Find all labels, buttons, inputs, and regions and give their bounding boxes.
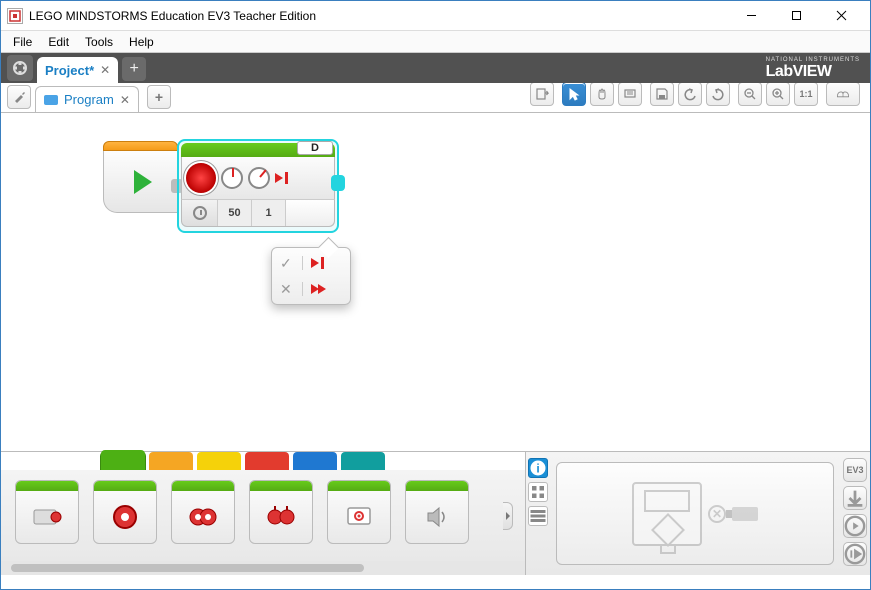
project-properties-button[interactable] (7, 85, 31, 109)
program-tab-close-icon[interactable]: ✕ (120, 93, 130, 107)
start-block-header (103, 141, 178, 151)
palette-category-tabs (1, 452, 525, 470)
palette-tab-action[interactable] (101, 452, 145, 470)
menu-file[interactable]: File (5, 32, 40, 52)
brake-mode-dropdown: ✓ ✕ (271, 247, 351, 305)
large-motor-palette-block[interactable] (93, 480, 157, 544)
content-editor-button[interactable] (826, 82, 860, 106)
maximize-button[interactable] (774, 2, 819, 30)
palette-tab-advanced[interactable] (293, 452, 337, 470)
disconnected-icon: ✕ (708, 505, 726, 523)
download-run-button[interactable] (843, 514, 867, 538)
window-title: LEGO MINDSTORMS Education EV3 Teacher Ed… (29, 9, 729, 23)
labview-logo: NATIONAL INSTRUMENTS LabVIEW (766, 57, 860, 81)
close-button[interactable] (819, 2, 864, 30)
app-icon (7, 8, 23, 24)
x-icon: ✕ (280, 281, 294, 298)
large-motor-block[interactable]: D 50 1 (177, 139, 339, 233)
zoom-in-button[interactable] (766, 82, 790, 106)
pointer-tool-button[interactable] (562, 82, 586, 106)
palette-tab-sensor[interactable] (197, 452, 241, 470)
bottom-panel: i ✕ EV3 (1, 451, 870, 575)
pan-tool-button[interactable] (590, 82, 614, 106)
motor-rotations-input[interactable]: 1 (252, 200, 286, 226)
project-tab-label: Project* (45, 63, 94, 78)
menu-bar: File Edit Tools Help (1, 31, 870, 53)
usb-icon (732, 507, 758, 521)
brick-info-tab[interactable]: i (528, 458, 548, 478)
run-selected-button[interactable] (843, 542, 867, 566)
check-icon: ✓ (280, 255, 294, 272)
brick-connection-panel: ✕ (556, 462, 834, 565)
move-steering-palette-block[interactable] (171, 480, 235, 544)
svg-text:i: i (536, 462, 539, 476)
available-bricks-tab[interactable] (528, 506, 548, 526)
motor-block-output-port[interactable] (331, 175, 345, 191)
brake-stop-icon[interactable] (275, 172, 288, 184)
palette-items (1, 470, 525, 561)
palette-expand-button[interactable] (503, 502, 513, 530)
motor-icon[interactable] (186, 163, 216, 193)
zoom-out-button[interactable] (738, 82, 762, 106)
add-program-button[interactable]: + (147, 85, 171, 109)
title-bar: LEGO MINDSTORMS Education EV3 Teacher Ed… (1, 1, 870, 31)
hardware-page: i ✕ EV3 (526, 452, 870, 575)
project-tab[interactable]: Project* ✕ (37, 57, 118, 83)
motor-block-header: D (181, 143, 335, 157)
export-button[interactable] (530, 82, 554, 106)
clock-icon (193, 206, 207, 220)
add-project-button[interactable]: + (122, 57, 146, 81)
port-view-tab[interactable] (528, 482, 548, 502)
project-tab-close-icon[interactable]: ✕ (100, 63, 110, 77)
medium-motor-palette-block[interactable] (15, 480, 79, 544)
motor-power-input[interactable]: 50 (218, 200, 252, 226)
palette-scrollbar[interactable] (1, 561, 525, 575)
brick-icon (632, 482, 702, 546)
rotation-dial-icon[interactable] (248, 167, 270, 189)
undo-button[interactable] (678, 82, 702, 106)
display-palette-block[interactable] (327, 480, 391, 544)
brake-option-false[interactable]: ✕ (272, 276, 350, 302)
brake-stop-icon (311, 257, 324, 269)
menu-help[interactable]: Help (121, 32, 162, 52)
save-button[interactable] (650, 82, 674, 106)
comment-tool-button[interactable] (618, 82, 642, 106)
program-tab[interactable]: Program ✕ (35, 86, 139, 112)
menu-tools[interactable]: Tools (77, 32, 121, 52)
palette-tab-flow[interactable] (149, 452, 193, 470)
play-icon (134, 170, 152, 194)
brake-option-true[interactable]: ✓ (272, 250, 350, 276)
move-tank-palette-block[interactable] (249, 480, 313, 544)
power-dial-icon[interactable] (221, 167, 243, 189)
program-tab-label: Program (64, 92, 114, 107)
minimize-button[interactable] (729, 2, 774, 30)
coast-icon (311, 284, 326, 294)
program-toolbar: Program ✕ + 1:1 (1, 83, 870, 113)
motor-brake-input[interactable] (286, 200, 334, 226)
redo-button[interactable] (706, 82, 730, 106)
lobby-button[interactable] (7, 55, 33, 81)
palette-tab-data[interactable] (245, 452, 289, 470)
menu-edit[interactable]: Edit (40, 32, 77, 52)
block-palette (1, 452, 526, 575)
motor-port-selector[interactable]: D (297, 141, 333, 155)
start-block[interactable] (103, 141, 178, 221)
zoom-reset-button[interactable]: 1:1 (794, 82, 818, 106)
palette-tab-myblocks[interactable] (341, 452, 385, 470)
ev3-label: EV3 (843, 458, 867, 482)
program-canvas[interactable]: D 50 1 ✓ ✕ (1, 113, 870, 451)
download-button[interactable] (843, 486, 867, 510)
program-icon (44, 95, 58, 105)
sound-palette-block[interactable] (405, 480, 469, 544)
project-tab-bar: Project* ✕ + NATIONAL INSTRUMENTS LabVIE… (1, 53, 870, 83)
motor-mode-selector[interactable] (182, 200, 218, 226)
